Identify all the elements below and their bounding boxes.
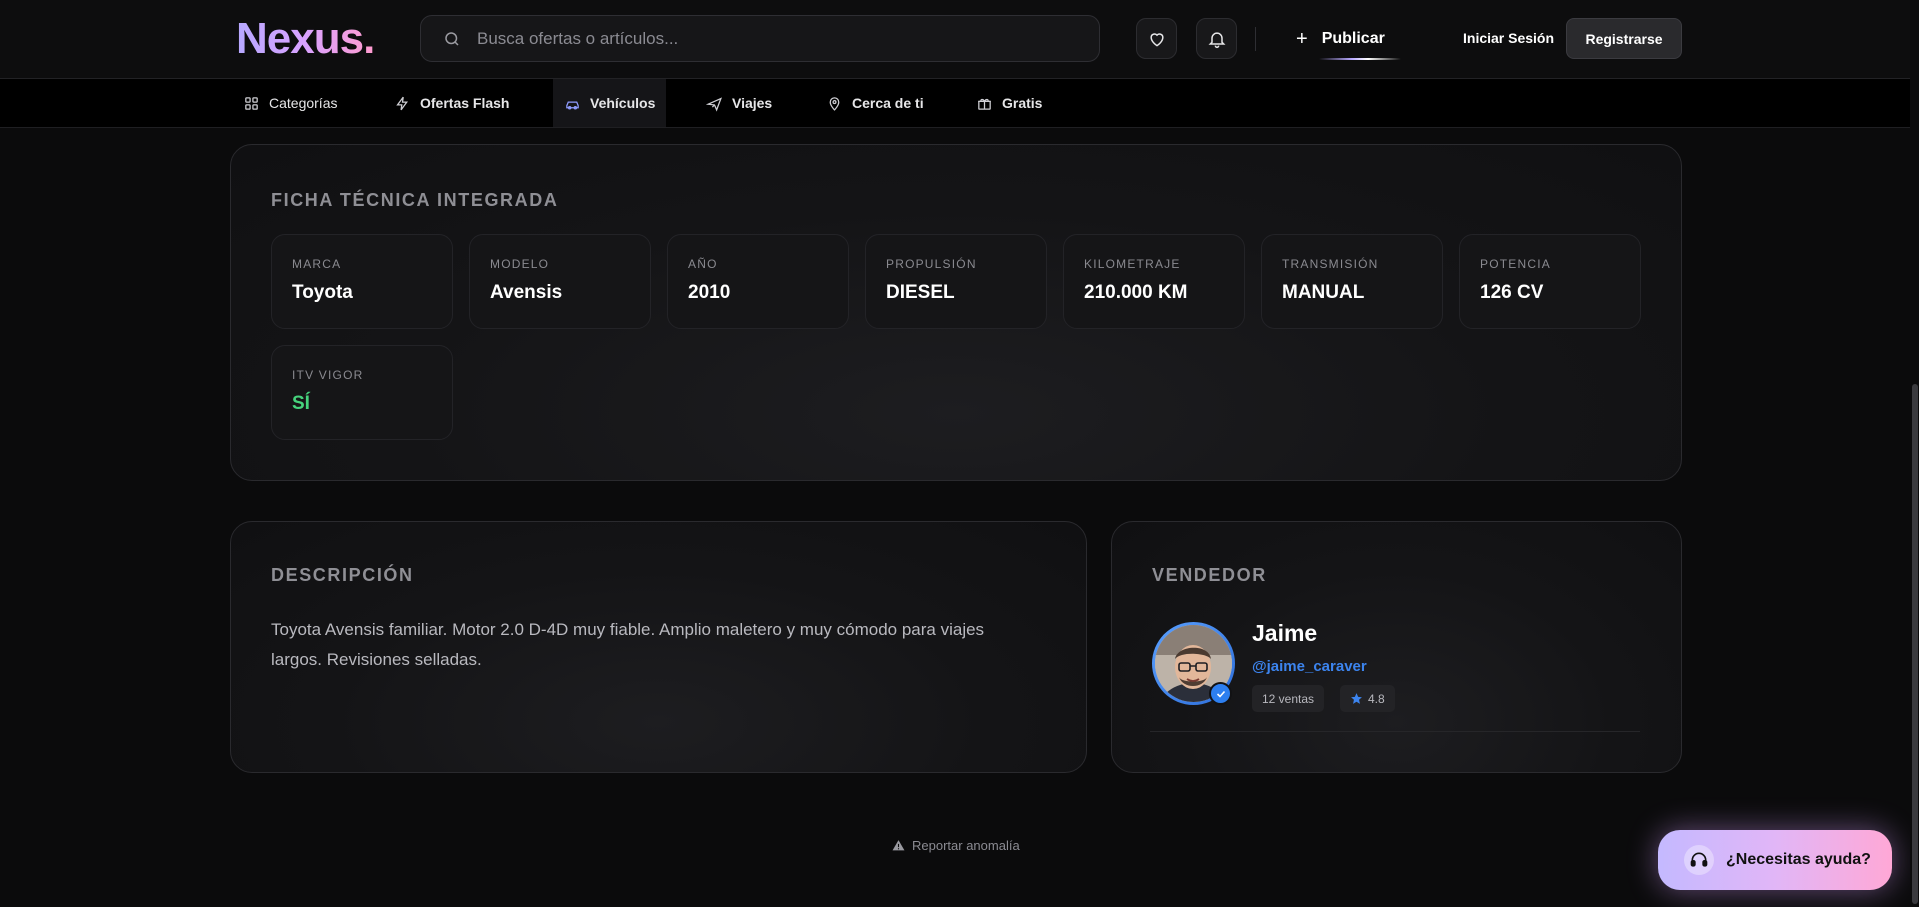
- category-label: Gratis: [1002, 95, 1043, 111]
- category-viajes[interactable]: Viajes: [706, 79, 772, 127]
- spec-card-modelo: MODELO Avensis: [469, 234, 651, 329]
- favorites-button[interactable]: [1136, 18, 1177, 59]
- heart-icon: [1149, 32, 1164, 47]
- seller-panel: VENDEDOR Jaime @jaime_caraver 12 ventas: [1111, 521, 1682, 773]
- top-header: Nexus. + Publicar Iniciar Sesión Registr…: [0, 0, 1919, 79]
- help-button[interactable]: ¿Necesitas ayuda?: [1658, 830, 1892, 890]
- category-all[interactable]: Categorías: [243, 79, 337, 127]
- warning-icon: [892, 840, 905, 851]
- search-bar[interactable]: [420, 15, 1100, 62]
- spec-label: PROPULSIÓN: [886, 257, 977, 271]
- map-pin-icon: [829, 96, 840, 111]
- logo[interactable]: Nexus.: [236, 14, 375, 64]
- login-link[interactable]: Iniciar Sesión: [1463, 30, 1554, 46]
- plus-icon: +: [1296, 27, 1308, 50]
- rating-value: 4.8: [1368, 691, 1385, 706]
- spec-label: POTENCIA: [1480, 257, 1551, 271]
- specs-title: FICHA TÉCNICA INTEGRADA: [271, 190, 559, 210]
- publish-button[interactable]: + Publicar: [1296, 22, 1385, 56]
- seller-handle[interactable]: @jaime_caraver: [1252, 658, 1367, 675]
- seller-name[interactable]: Jaime: [1252, 620, 1317, 647]
- description-panel: DESCRIPCIÓN Toyota Avensis familiar. Mot…: [230, 521, 1087, 773]
- category-label: Categorías: [269, 95, 338, 111]
- spec-value: Avensis: [490, 282, 563, 303]
- seller-title: VENDEDOR: [1152, 565, 1267, 585]
- sales-count-badge: 12 ventas: [1252, 685, 1325, 712]
- spec-card-potencia: POTENCIA 126 CV: [1459, 234, 1641, 329]
- seller-divider: [1150, 731, 1640, 732]
- gift-icon: [978, 98, 991, 110]
- plane-icon: [706, 96, 723, 112]
- search-icon: [445, 32, 459, 46]
- lightning-icon: [396, 96, 409, 110]
- register-button[interactable]: Registrarse: [1566, 18, 1682, 59]
- bell-icon: [1208, 31, 1225, 48]
- spec-value: DIESEL: [886, 282, 955, 303]
- spec-label: AÑO: [688, 257, 718, 271]
- description-title: DESCRIPCIÓN: [271, 565, 414, 585]
- report-label: Reportar anomalía: [912, 838, 1020, 853]
- spec-value: 210.000 KM: [1084, 282, 1188, 303]
- description-text: Toyota Avensis familiar. Motor 2.0 D-4D …: [271, 620, 985, 669]
- spec-card-kilometraje: KILOMETRAJE 210.000 KM: [1063, 234, 1245, 329]
- spec-card-itv: ITV VIGOR SÍ: [271, 345, 453, 440]
- spec-value: MANUAL: [1282, 282, 1365, 303]
- scrollbar-thumb[interactable]: [1912, 384, 1918, 904]
- spec-label: KILOMETRAJE: [1084, 257, 1181, 271]
- star-icon: [1351, 693, 1362, 704]
- rating-badge: 4.8: [1340, 685, 1395, 712]
- spec-value: Toyota: [292, 282, 353, 303]
- verified-badge-icon: [1209, 682, 1232, 705]
- help-label: ¿Necesitas ayuda?: [1726, 851, 1871, 868]
- spec-card-transmision: TRANSMISIÓN MANUAL: [1261, 234, 1443, 329]
- spec-value: SÍ: [292, 393, 310, 414]
- spec-label: ITV VIGOR: [292, 368, 364, 382]
- spec-value: 2010: [688, 282, 731, 303]
- report-link[interactable]: Reportar anomalía: [892, 838, 1020, 853]
- car-icon: [566, 100, 579, 110]
- header-divider: [1255, 27, 1256, 51]
- category-label: Viajes: [732, 95, 773, 111]
- spec-card-marca: MARCA Toyota: [271, 234, 453, 329]
- spec-card-ano: AÑO 2010: [667, 234, 849, 329]
- spec-label: MARCA: [292, 257, 342, 271]
- publish-label: Publicar: [1321, 30, 1385, 47]
- category-label: Cerca de ti: [852, 95, 924, 111]
- category-bar: Categorías Ofertas Flash Vehículos Viaje…: [0, 79, 1919, 128]
- spec-value: 126 CV: [1480, 282, 1544, 303]
- category-label: Vehículos: [590, 95, 656, 111]
- specs-panel: FICHA TÉCNICA INTEGRADA MARCA Toyota MOD…: [230, 144, 1682, 481]
- grid-icon: [245, 96, 258, 110]
- sales-count: 12 ventas: [1262, 691, 1315, 706]
- spec-label: TRANSMISIÓN: [1282, 257, 1379, 271]
- spec-label: MODELO: [490, 257, 550, 271]
- publish-underline: [1319, 58, 1401, 60]
- search-input[interactable]: [477, 16, 1077, 61]
- notifications-button[interactable]: [1196, 18, 1237, 59]
- category-ofertas-flash[interactable]: Ofertas Flash: [394, 79, 509, 127]
- headset-icon: [1684, 845, 1714, 875]
- category-gratis[interactable]: Gratis: [976, 79, 1042, 127]
- category-vehiculos[interactable]: Vehículos: [553, 79, 667, 127]
- category-label: Ofertas Flash: [420, 95, 510, 111]
- spec-card-propulsion: PROPULSIÓN DIESEL: [865, 234, 1047, 329]
- category-cerca-de-ti[interactable]: Cerca de ti: [826, 79, 924, 127]
